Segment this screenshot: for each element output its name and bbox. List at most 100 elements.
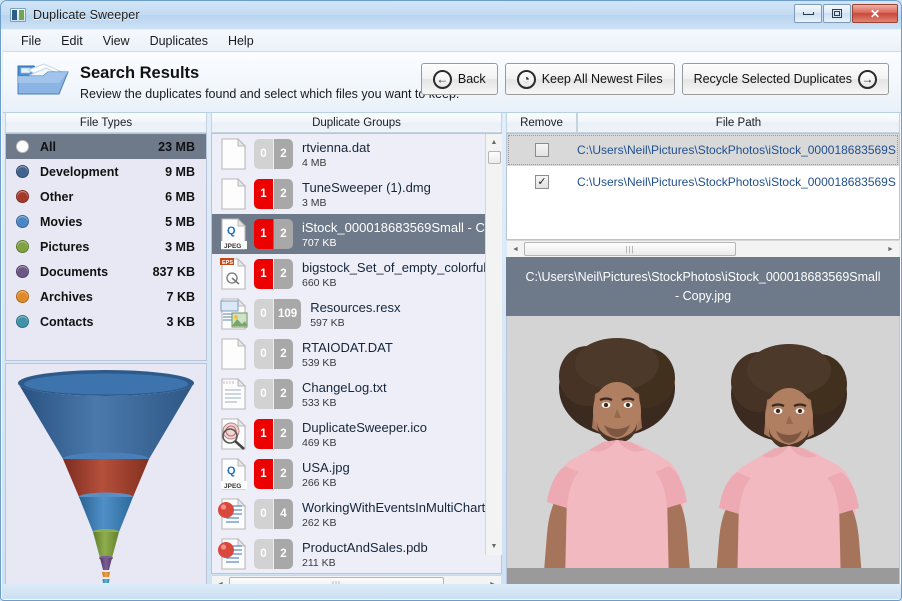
back-button[interactable]: ← Back <box>421 63 498 95</box>
duplicate-group-name: TuneSweeper (1).dmg <box>302 180 431 195</box>
file-path-row[interactable]: C:\Users\Neil\Pictures\StockPhotos\iStoc… <box>507 134 899 166</box>
total-count-badge: 4 <box>274 499 293 529</box>
duplicate-group-size: 597 KB <box>310 317 400 329</box>
duplicate-count-badge: 0 <box>254 379 273 409</box>
page-subtitle: Review the duplicates found and select w… <box>80 87 459 101</box>
menu-item-view[interactable]: View <box>93 32 140 50</box>
minimize-button[interactable] <box>794 4 822 23</box>
total-count-badge: 2 <box>274 259 293 289</box>
fp-hscroll-thumb[interactable]: ||| <box>524 242 736 256</box>
app-icon <box>10 8 26 22</box>
menubar: File Edit View Duplicates Help <box>3 30 901 52</box>
file-type-color-dot <box>16 315 29 328</box>
file-type-row-development[interactable]: Development9 MB <box>6 159 206 184</box>
duplicate-group-row[interactable]: 02RTAIODAT.DAT539 KB <box>212 334 486 374</box>
duplicate-group-name: WorkingWithEventsInMultiChart.pdb <box>302 500 486 515</box>
column-header-file-path[interactable]: File Path <box>577 113 900 133</box>
duplicate-count-badges: 12 <box>254 179 293 209</box>
duplicate-group-name: DuplicateSweeper.ico <box>302 420 427 435</box>
file-type-color-dot <box>16 240 29 253</box>
menu-item-help[interactable]: Help <box>218 32 264 50</box>
file-type-row-other[interactable]: Other6 MB <box>6 184 206 209</box>
duplicate-count-badges: 12 <box>254 219 293 249</box>
file-type-size: 837 KB <box>153 265 195 279</box>
duplicate-group-row[interactable]: 02ProductAndSales.pdb211 KB <box>212 534 486 574</box>
duplicate-count-badges: 02 <box>254 379 293 409</box>
file-type-color-dot <box>16 140 29 153</box>
file-type-row-movies[interactable]: Movies5 MB <box>6 209 206 234</box>
total-count-badge: 2 <box>274 339 293 369</box>
duplicate-groups-vscrollbar[interactable]: ▲ ▼ <box>485 134 502 555</box>
file-type-label: Archives <box>40 290 167 304</box>
file-path-row[interactable]: ✓C:\Users\Neil\Pictures\StockPhotos\iSto… <box>507 166 899 198</box>
column-header-duplicate-groups[interactable]: Duplicate Groups <box>211 113 502 133</box>
scroll-down-icon[interactable]: ▼ <box>486 538 503 555</box>
duplicate-group-texts: RTAIODAT.DAT539 KB <box>302 340 393 369</box>
file-path-text: C:\Users\Neil\Pictures\StockPhotos\iStoc… <box>577 143 896 157</box>
text-file-icon <box>218 377 250 411</box>
duplicate-count-badges: 0109 <box>254 299 301 329</box>
file-type-row-all[interactable]: All23 MB <box>6 134 206 159</box>
duplicate-group-row[interactable]: 0109Resources.resx597 KB <box>212 294 486 334</box>
duplicate-group-size: 533 KB <box>302 397 387 409</box>
file-path-hscrollbar[interactable]: ◄ ||| ► <box>507 240 899 257</box>
checkmark-icon: ✓ <box>537 177 546 188</box>
remove-checkbox[interactable] <box>535 143 549 157</box>
file-type-label: Pictures <box>40 240 165 254</box>
duplicate-group-row[interactable]: QJPEG12USA.jpg266 KB <box>212 454 486 494</box>
file-path-list[interactable]: C:\Users\Neil\Pictures\StockPhotos\iStoc… <box>506 133 900 240</box>
duplicate-group-row[interactable]: 04WorkingWithEventsInMultiChart.pdb262 K… <box>212 494 486 534</box>
duplicate-count-badge: 1 <box>254 459 273 489</box>
duplicate-count-badges: 12 <box>254 259 293 289</box>
file-type-row-pictures[interactable]: Pictures3 MB <box>6 234 206 259</box>
jpeg-file-icon: QJPEG <box>218 217 250 251</box>
total-count-badge: 2 <box>274 219 293 249</box>
svg-text:Q: Q <box>227 225 236 237</box>
close-button[interactable]: ✕ <box>852 4 898 23</box>
duplicate-group-row[interactable]: QJPEG12iStock_000018683569Small - Copy.j… <box>212 214 486 254</box>
menu-item-duplicates[interactable]: Duplicates <box>140 32 218 50</box>
menu-item-edit[interactable]: Edit <box>51 32 93 50</box>
file-type-label: Documents <box>40 265 153 279</box>
file-type-color-dot <box>16 190 29 203</box>
duplicate-group-row[interactable]: 02rtvienna.dat4 MB <box>212 134 486 174</box>
resx-file-icon <box>218 297 250 331</box>
scroll-up-icon[interactable]: ▲ <box>486 134 503 151</box>
duplicate-group-size: 707 KB <box>302 237 486 249</box>
duplicate-group-row[interactable]: EPS12bigstock_Set_of_empty_colorful_tags… <box>212 254 486 294</box>
fp-scroll-right-icon[interactable]: ► <box>882 241 899 258</box>
recycle-selected-duplicates-button[interactable]: Recycle Selected Duplicates → <box>682 63 889 95</box>
duplicate-groups-list[interactable]: 02rtvienna.dat4 MB12TuneSweeper (1).dmg3… <box>211 133 502 574</box>
total-count-badge: 2 <box>274 379 293 409</box>
svg-text:Q: Q <box>227 465 236 477</box>
duplicate-count-badges: 02 <box>254 139 293 169</box>
keep-all-newest-files-button[interactable]: ◔ Keep All Newest Files <box>505 63 675 95</box>
total-count-badge: 2 <box>274 459 293 489</box>
file-type-row-documents[interactable]: Documents837 KB <box>6 259 206 284</box>
file-type-size: 7 KB <box>167 290 195 304</box>
duplicate-group-row[interactable]: 02ChangeLog.txt533 KB <box>212 374 486 414</box>
remove-checkbox-cell[interactable] <box>507 143 577 157</box>
file-type-row-contacts[interactable]: Contacts3 KB <box>6 309 206 334</box>
menu-item-file[interactable]: File <box>11 32 51 50</box>
remove-checkbox[interactable]: ✓ <box>535 175 549 189</box>
duplicate-group-texts: USA.jpg266 KB <box>302 460 350 489</box>
duplicate-group-row[interactable]: 12DuplicateSweeper.ico469 KB <box>212 414 486 454</box>
file-type-size: 9 MB <box>165 165 195 179</box>
duplicate-count-badges: 04 <box>254 499 293 529</box>
column-header-file-types[interactable]: File Types <box>5 113 207 133</box>
duplicate-group-texts: DuplicateSweeper.ico469 KB <box>302 420 427 449</box>
file-type-row-archives[interactable]: Archives7 KB <box>6 284 206 309</box>
vscroll-thumb[interactable] <box>488 151 501 164</box>
blank-file-icon <box>218 137 250 171</box>
blank-file-icon <box>218 177 250 211</box>
maximize-button[interactable] <box>823 4 851 23</box>
preview-path-label: C:\Users\Neil\Pictures\StockPhotos\iStoc… <box>506 257 900 316</box>
file-type-size: 3 MB <box>165 240 195 254</box>
duplicate-group-row[interactable]: 12TuneSweeper (1).dmg3 MB <box>212 174 486 214</box>
fp-scroll-left-icon[interactable]: ◄ <box>507 241 524 258</box>
duplicate-count-badge: 1 <box>254 259 273 289</box>
remove-checkbox-cell[interactable]: ✓ <box>507 175 577 189</box>
column-header-remove[interactable]: Remove <box>506 113 577 133</box>
file-types-list[interactable]: All23 MBDevelopment9 MBOther6 MBMovies5 … <box>5 133 207 361</box>
